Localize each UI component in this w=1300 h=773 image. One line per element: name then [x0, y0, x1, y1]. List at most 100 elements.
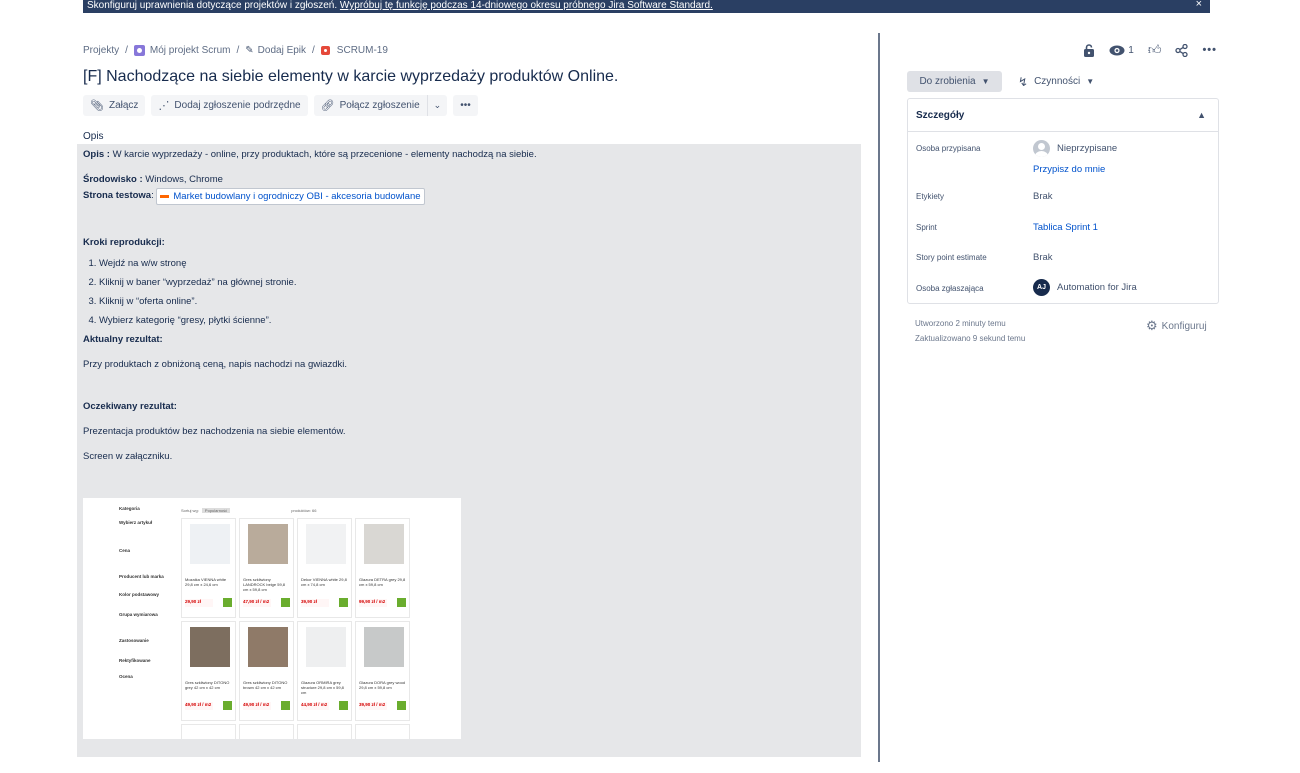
product-image: [306, 627, 346, 667]
reporter-value[interactable]: AJ Automation for Jira: [1033, 279, 1137, 296]
watchers-button[interactable]: 1: [1109, 45, 1134, 56]
link-issue-button[interactable]: 🔗︎ Połącz zgłoszenie: [314, 95, 427, 116]
product-price: 29,90 zł: [185, 599, 213, 607]
breadcrumb-add-epic[interactable]: ✎ Dodaj Epik: [245, 45, 306, 56]
paperclip-icon: 📎︎: [90, 100, 104, 112]
watchers-count: 1: [1128, 44, 1134, 56]
project-icon: [133, 44, 145, 56]
environment-line: Środowisko : Windows, Chrome: [83, 173, 855, 186]
breadcrumb-issue-key[interactable]: SCRUM-19: [320, 44, 388, 56]
product-tile: Gres szkliwiony DITONO grey 42 cm x 42 c…: [181, 621, 236, 721]
labels-value[interactable]: Brak: [1033, 191, 1053, 202]
chevron-up-icon: ▲: [1197, 110, 1206, 120]
product-price: 39,90 zł: [301, 599, 329, 607]
product-name: Glazura DORA grey wood 29,8 cm x 59,8 cm: [359, 680, 406, 690]
opis-line: Opis : W karcie wyprzedaży - online, prz…: [83, 148, 855, 161]
opis-text: W karcie wyprzedaży - online, przy produ…: [112, 149, 537, 160]
product-image: [190, 524, 230, 564]
obi-favicon-icon: [160, 195, 170, 198]
cart-icon: [339, 701, 348, 710]
actual-result-heading: Aktualny rezultat:: [83, 334, 163, 345]
issue-title[interactable]: [F] Nachodzące na siebie elementy w karc…: [83, 66, 618, 88]
details-title: Szczegóły: [916, 109, 965, 121]
assign-to-me-link[interactable]: Przypisz do mnie: [1033, 164, 1105, 175]
test-site-link[interactable]: Market budowlany i ogrodniczy OBI - akce…: [156, 188, 425, 205]
breadcrumb-separator: /: [236, 44, 240, 56]
lock-button[interactable]: [1083, 43, 1095, 57]
sprint-label: Sprint: [916, 223, 937, 232]
actions-label: Czynności: [1034, 76, 1081, 87]
status-dropdown[interactable]: Do zrobienia ▼: [907, 71, 1002, 92]
like-button[interactable]: 👍︎: [1148, 42, 1162, 58]
expected-result-text: Prezentacja produktów bez nachodzenia na…: [83, 426, 346, 437]
panel-divider[interactable]: [878, 33, 880, 762]
actions-dropdown[interactable]: ↯ Czynności ▼: [1010, 71, 1102, 92]
product-tile: [355, 724, 410, 739]
step-item: Wybierz kategorię “gresy, płytki ścienne…: [99, 314, 855, 327]
story-point-value[interactable]: Brak: [1033, 252, 1053, 263]
product-tile: [297, 724, 352, 739]
opis-label: Opis :: [83, 149, 110, 160]
product-tile: Mozaika VIENNA white 29,8 cm x 24,6 cm 29…: [181, 518, 236, 618]
breadcrumb-project[interactable]: Mój projekt Scrum: [133, 44, 231, 56]
step-item: Wejdź na w/w stronę: [99, 257, 855, 270]
lightning-icon: ↯: [1018, 74, 1029, 89]
product-tile: Glazura ORMIRA grey structure 29,8 cm x …: [297, 621, 352, 721]
cart-icon: [223, 598, 232, 607]
product-name: Glazura ORMIRA grey structure 29,8 cm x …: [301, 680, 344, 695]
breadcrumb-issue-key-label: SCRUM-19: [336, 44, 388, 56]
more-options-button[interactable]: •••: [1202, 44, 1217, 56]
product-image: [248, 627, 288, 667]
product-name: Mozaika VIENNA white 29,8 cm x 24,6 cm: [185, 577, 227, 587]
attach-button[interactable]: 📎︎ Załącz: [83, 95, 146, 116]
details-header[interactable]: Szczegóły ▲: [908, 99, 1218, 132]
banner-text: Skonfiguruj uprawnienia dotyczące projek…: [87, 0, 338, 11]
product-name: Gres szkliwiony DITONO grey 42 cm x 42 c…: [185, 680, 230, 690]
product-image: [190, 627, 230, 667]
status-label: Do zrobienia: [919, 76, 976, 87]
configure-button[interactable]: ⚙︎ Konfiguruj: [1146, 318, 1207, 334]
sprint-value[interactable]: Tablica Sprint 1: [1033, 222, 1098, 233]
product-tile: Gres szkliwiony LANDROCK beige 59,8 cm x…: [239, 518, 294, 618]
more-actions-button[interactable]: •••: [453, 95, 478, 116]
attach-label: Załącz: [108, 100, 139, 111]
product-name: Dekor VIENNA white 29,8 cm x 74,8 cm: [301, 577, 347, 587]
breadcrumb: Projekty / Mój projekt Scrum / ✎ Dodaj E…: [83, 43, 388, 57]
test-site-link-text: Market budowlany i ogrodniczy OBI - akce…: [173, 191, 421, 202]
trial-banner: Skonfiguruj uprawnienia dotyczące projek…: [83, 0, 1210, 13]
avatar: [1033, 140, 1050, 157]
configure-label: Konfiguruj: [1161, 320, 1207, 332]
description-body[interactable]: Opis : W karcie wyprzedaży - online, prz…: [77, 144, 861, 757]
banner-close-button[interactable]: ×: [1196, 0, 1202, 10]
steps-heading: Kroki reprodukcji:: [83, 237, 165, 248]
product-tile: [181, 724, 236, 739]
breadcrumb-project-label: Mój projekt Scrum: [149, 44, 231, 56]
banner-trial-link[interactable]: Wypróbuj tę funkcję podczas 14-dniowego …: [340, 0, 713, 11]
reporter-label: Osoba zgłaszająca: [916, 284, 984, 293]
product-price: 49,90 zł / m2: [243, 702, 271, 710]
cart-icon: [339, 598, 348, 607]
test-site-line: Strona testowa: Market budowlany i ogrod…: [83, 188, 855, 205]
product-grid: Mozaika VIENNA white 29,8 cm x 24,6 cm 29…: [181, 518, 415, 739]
attachment-screenshot[interactable]: Kategoria Wybierz artykuł Cena Producent…: [83, 498, 461, 739]
link-issue-dropdown-chevron-icon[interactable]: ⌄: [426, 95, 448, 116]
assignee-value[interactable]: Nieprzypisane: [1033, 140, 1117, 157]
sort-value: Popularność: [201, 508, 231, 513]
eye-icon: [1109, 45, 1125, 55]
product-tile: Glazura DETRA grey 29,8 cm x 59,8 cm 99,9…: [355, 518, 410, 618]
sort-label: Sortuj wg:: [181, 508, 199, 513]
product-tile: Dekor VIENNA white 29,8 cm x 74,8 cm 39,9…: [297, 518, 352, 618]
breadcrumb-separator: /: [125, 44, 128, 56]
add-child-issue-button[interactable]: ⋰ Dodaj zgłoszenie podrzędne: [151, 95, 308, 116]
product-image: [364, 627, 404, 667]
chevron-down-icon: ▼: [1086, 77, 1095, 86]
steps-list: Wejdź na w/w stronę Kliknij w baner “wyp…: [83, 257, 855, 327]
breadcrumb-epic-label: Dodaj Epik: [257, 44, 307, 56]
link-issue-split-button: 🔗︎ Połącz zgłoszenie ⌄: [313, 95, 448, 116]
share-button[interactable]: [1175, 43, 1189, 57]
issue-toolbar: 📎︎ Załącz ⋰ Dodaj zgłoszenie podrzędne 🔗…: [83, 95, 478, 116]
breadcrumb-projects[interactable]: Projekty: [83, 45, 119, 56]
lock-icon: [1084, 43, 1095, 57]
product-price: 44,90 zł / m2: [301, 702, 329, 710]
product-tile: [239, 724, 294, 739]
